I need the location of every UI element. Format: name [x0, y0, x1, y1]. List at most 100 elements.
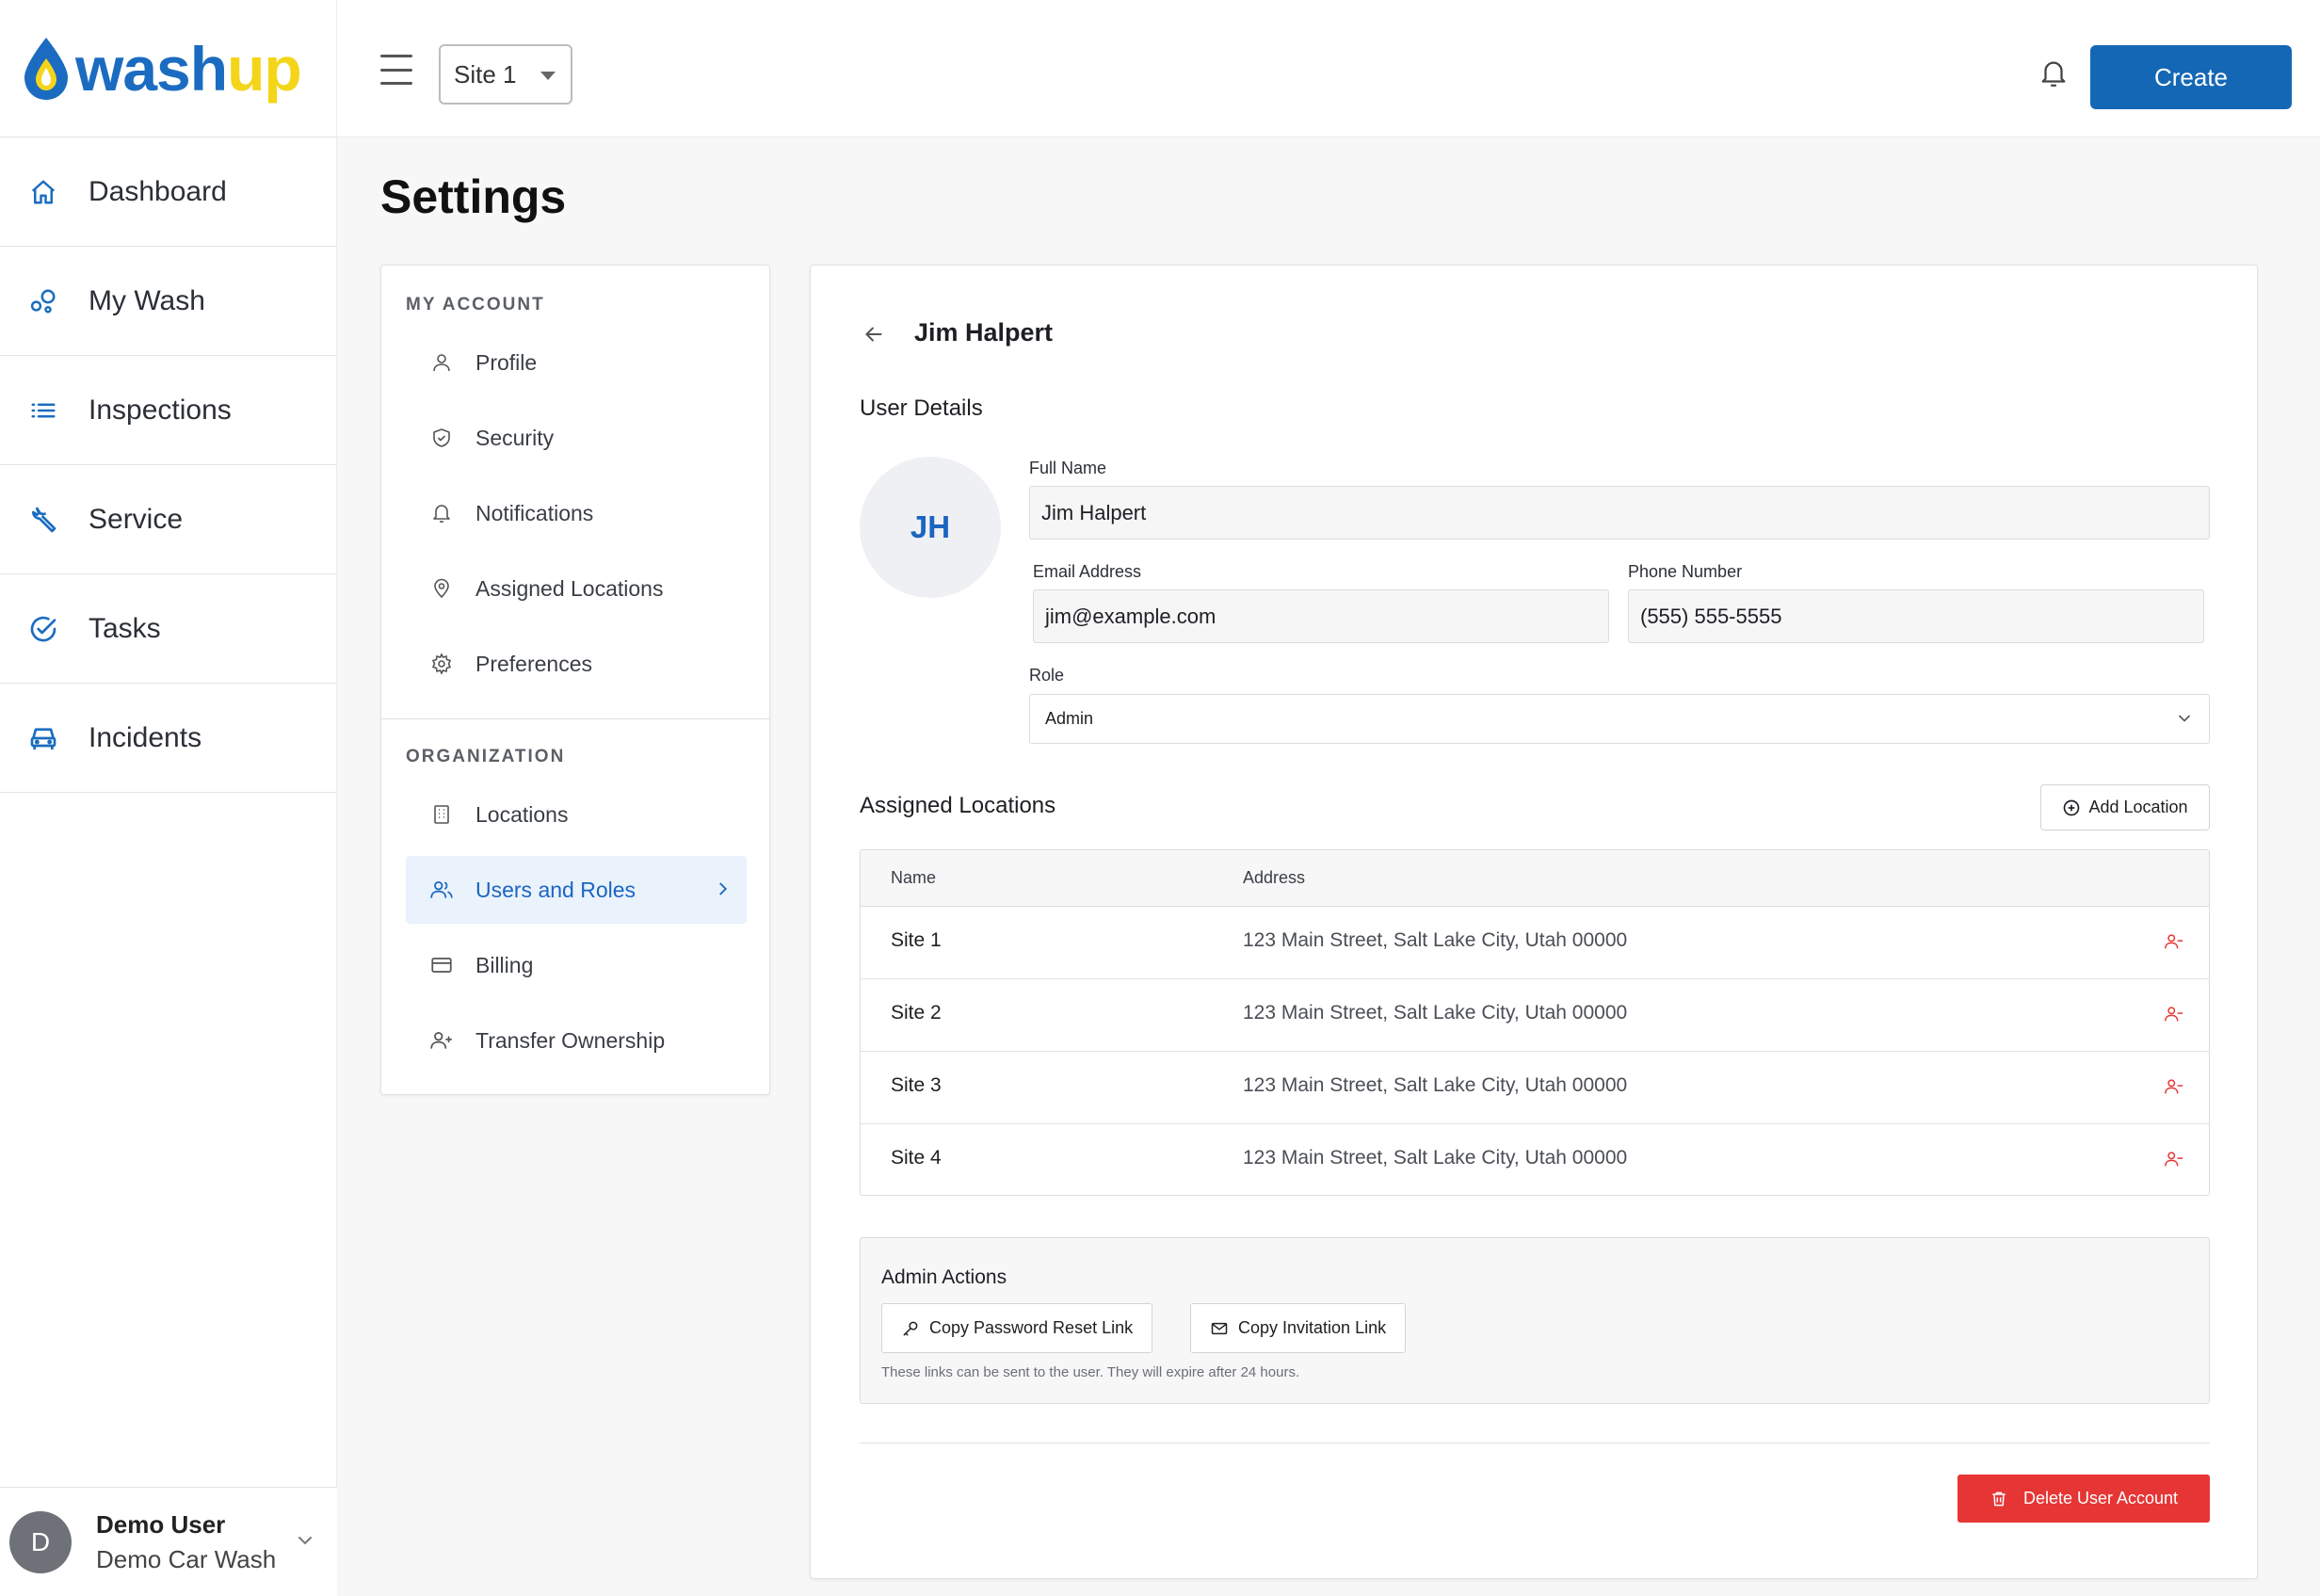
user-detail-panel: Jim Halpert User Details JH Full Name Ji…	[810, 265, 2258, 1579]
shield-check-icon	[428, 425, 455, 451]
settings-item-locations[interactable]: Locations	[406, 781, 747, 848]
avatar: D	[9, 1510, 72, 1573]
nav-inspections[interactable]: Inspections	[0, 356, 336, 465]
admin-actions-panel: Admin Actions Copy Password Reset Link C…	[860, 1237, 2210, 1404]
assigned-locations-heading: Assigned Locations	[860, 793, 1056, 818]
menu-icon[interactable]	[380, 55, 412, 85]
remove-user-icon[interactable]	[2164, 1004, 2184, 1024]
table-row: Site 1 123 Main Street, Salt Lake City, …	[861, 907, 2209, 979]
settings-item-label: Billing	[475, 952, 534, 977]
column-header-name: Name	[891, 868, 937, 887]
add-location-button[interactable]: Add Location	[2040, 784, 2210, 830]
mail-icon	[1210, 1319, 1229, 1338]
nav-incidents-label: Incidents	[89, 721, 202, 753]
location-name: Site 2	[891, 1002, 942, 1024]
nav-my-wash-label: My Wash	[89, 284, 205, 316]
location-address: 123 Main Street, Salt Lake City, Utah 00…	[1243, 1002, 1628, 1024]
list-icon	[26, 394, 60, 427]
copy-password-reset-link-label: Copy Password Reset Link	[929, 1318, 1134, 1337]
site-select[interactable]: Site 1	[439, 44, 572, 105]
table-row: Site 3 123 Main Street, Salt Lake City, …	[861, 1052, 2209, 1124]
settings-item-billing[interactable]: Billing	[406, 931, 747, 999]
nav-tasks-label: Tasks	[89, 612, 161, 644]
settings-item-label: Assigned Locations	[475, 575, 664, 601]
settings-item-profile[interactable]: Profile	[406, 329, 747, 396]
copy-invitation-link-button[interactable]: Copy Invitation Link	[1190, 1303, 1407, 1353]
bell-icon	[428, 500, 455, 526]
check-circle-icon	[26, 612, 60, 646]
column-header-address: Address	[1243, 868, 1306, 887]
chevron-down-icon	[2175, 709, 2194, 728]
user-org: Demo Car Wash	[96, 1544, 277, 1573]
settings-item-label: Security	[475, 425, 555, 450]
nav-dashboard[interactable]: Dashboard	[0, 137, 336, 247]
user-plus-icon	[428, 1027, 455, 1054]
phone-field[interactable]: (555) 555-5555	[1628, 589, 2204, 643]
map-pin-icon	[428, 575, 455, 602]
table-row: Site 4 123 Main Street, Salt Lake City, …	[861, 1124, 2209, 1195]
washup-logo[interactable]: washup	[0, 0, 336, 137]
sidebar: washup Dashboard My Wash Inspections Ser…	[0, 0, 337, 1596]
remove-user-icon[interactable]	[2164, 1076, 2184, 1097]
settings-item-security[interactable]: Security	[406, 404, 747, 472]
table-row: Site 2 123 Main Street, Salt Lake City, …	[861, 979, 2209, 1052]
notifications-bell-icon[interactable]	[2038, 56, 2070, 95]
role-select[interactable]: Admin	[1029, 694, 2210, 744]
user-details-heading: User Details	[860, 395, 983, 421]
account-switcher[interactable]: D Demo User Demo Car Wash	[0, 1487, 337, 1596]
remove-user-icon[interactable]	[2164, 931, 2184, 952]
email-label: Email Address	[1033, 562, 1142, 581]
settings-item-label: Profile	[475, 349, 538, 375]
settings-item-label: Locations	[475, 801, 569, 827]
admin-actions-note: These links can be sent to the user. The…	[881, 1364, 1300, 1380]
plus-circle-icon	[2062, 798, 2081, 817]
assigned-locations-table: Name Address Site 1 123 Main Street, Sal…	[860, 849, 2210, 1196]
logo-up: up	[227, 33, 302, 104]
settings-menu: MY ACCOUNT Profile Security Notification…	[380, 265, 770, 1095]
user-initials-avatar: JH	[860, 457, 1001, 598]
copy-invitation-link-label: Copy Invitation Link	[1238, 1318, 1387, 1337]
home-icon	[26, 175, 60, 209]
car-icon	[26, 721, 60, 755]
menu-divider	[381, 718, 769, 719]
trash-icon	[1990, 1490, 2008, 1508]
wrench-icon	[26, 503, 60, 537]
nav-tasks[interactable]: Tasks	[0, 574, 336, 684]
email-field[interactable]: jim@example.com	[1033, 589, 1609, 643]
topbar: Site 1 Create	[337, 0, 2320, 137]
gear-icon	[428, 651, 455, 677]
nav-service[interactable]: Service	[0, 465, 336, 574]
bubbles-icon	[26, 284, 60, 318]
building-icon	[428, 801, 455, 828]
location-address: 123 Main Street, Salt Lake City, Utah 00…	[1243, 929, 1628, 951]
settings-item-label: Preferences	[475, 651, 593, 676]
full-name-field[interactable]: Jim Halpert	[1029, 486, 2210, 540]
role-label: Role	[1029, 666, 1065, 685]
location-name: Site 1	[891, 929, 942, 951]
user-name: Demo User	[96, 1509, 226, 1539]
user-info: Demo User Demo Car Wash	[96, 1510, 276, 1574]
chevron-right-icon	[713, 879, 733, 905]
nav-dashboard-label: Dashboard	[89, 175, 227, 207]
table-header: Name Address	[861, 850, 2209, 907]
phone-label: Phone Number	[1628, 562, 1743, 581]
settings-item-assigned-locations[interactable]: Assigned Locations	[406, 555, 747, 622]
settings-item-label: Notifications	[475, 500, 594, 525]
settings-item-transfer-ownership[interactable]: Transfer Ownership	[406, 1007, 747, 1074]
settings-item-users-and-roles[interactable]: Users and Roles	[406, 856, 747, 924]
create-button[interactable]: Create	[2090, 45, 2292, 109]
arrow-left-icon[interactable]	[862, 322, 886, 351]
key-icon	[901, 1319, 920, 1338]
settings-item-preferences[interactable]: Preferences	[406, 630, 747, 698]
remove-user-icon[interactable]	[2164, 1149, 2184, 1169]
nav-my-wash[interactable]: My Wash	[0, 247, 336, 356]
caret-down-icon	[540, 72, 556, 80]
drop-logo-icon	[24, 37, 68, 100]
copy-password-reset-link-button[interactable]: Copy Password Reset Link	[881, 1303, 1153, 1353]
settings-item-notifications[interactable]: Notifications	[406, 479, 747, 547]
delete-user-account-button[interactable]: Delete User Account	[1958, 1475, 2210, 1523]
location-address: 123 Main Street, Salt Lake City, Utah 00…	[1243, 1074, 1628, 1096]
chevron-down-icon	[294, 1529, 316, 1556]
page-title: Settings	[380, 170, 567, 223]
nav-incidents[interactable]: Incidents	[0, 684, 336, 793]
